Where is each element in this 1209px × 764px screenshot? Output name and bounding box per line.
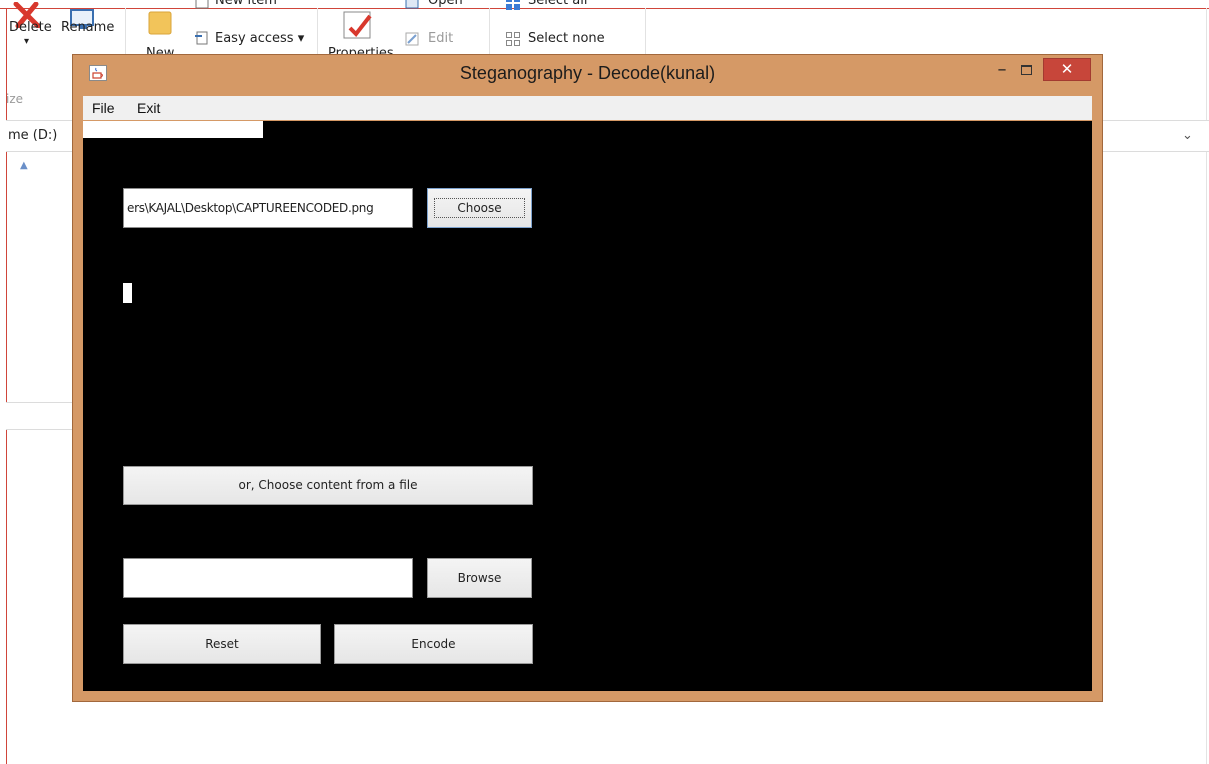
new-item-button[interactable]: New item xyxy=(215,0,277,8)
choose-content-file-button[interactable]: or, Choose content from a file xyxy=(123,466,533,505)
reset-button[interactable]: Reset xyxy=(123,624,321,664)
address-dropdown-icon[interactable]: ⌄ xyxy=(1182,128,1193,143)
easy-access-icon[interactable] xyxy=(194,30,210,46)
choose-button-label: Choose xyxy=(434,198,525,218)
menu-bar: File Exit xyxy=(83,96,1092,120)
title-bar[interactable]: Steganography - Decode(kunal) – ✕ xyxy=(73,55,1102,91)
select-none-icon[interactable] xyxy=(505,31,521,47)
steganography-window: Steganography - Decode(kunal) – ✕ File E… xyxy=(72,54,1103,702)
minimize-button[interactable]: – xyxy=(991,61,1013,81)
properties-icon[interactable] xyxy=(340,8,380,42)
pin-icon: ▲ xyxy=(20,160,28,171)
content-panel: ers\KAJAL\Desktop\CAPTUREENCODED.png Cho… xyxy=(83,121,1092,691)
image-path-field[interactable]: ers\KAJAL\Desktop\CAPTUREENCODED.png xyxy=(123,188,413,228)
select-all-icon[interactable] xyxy=(505,0,521,11)
new-folder-icon[interactable] xyxy=(145,8,175,38)
ribbon-group-label: ize xyxy=(6,92,24,106)
address-path[interactable]: me (D:) xyxy=(8,128,57,143)
browse-path-field[interactable] xyxy=(123,558,413,598)
encode-button[interactable]: Encode xyxy=(334,624,533,664)
open-icon[interactable] xyxy=(404,0,420,11)
status-strip xyxy=(83,121,263,138)
select-all-button[interactable]: Select all xyxy=(528,0,587,8)
menu-exit[interactable]: Exit xyxy=(137,100,160,116)
maximize-button[interactable] xyxy=(1015,61,1037,81)
navigation-pane-divider xyxy=(6,402,76,430)
edit-icon[interactable] xyxy=(404,31,420,47)
rename-button[interactable]: Rename xyxy=(61,20,114,35)
delete-dropdown-icon[interactable]: ▾ xyxy=(24,36,29,47)
new-item-icon[interactable] xyxy=(194,0,210,10)
choose-button[interactable]: Choose xyxy=(427,188,532,228)
easy-access-button[interactable]: Easy access ▾ xyxy=(215,31,304,46)
menu-file[interactable]: File xyxy=(92,100,115,116)
browse-button[interactable]: Browse xyxy=(427,558,532,598)
window-title: Steganography - Decode(kunal) xyxy=(459,63,716,83)
maximize-icon xyxy=(1021,65,1032,75)
close-button[interactable]: ✕ xyxy=(1043,58,1091,81)
edit-button[interactable]: Edit xyxy=(428,31,453,46)
open-button[interactable]: Open xyxy=(428,0,463,8)
text-cursor[interactable] xyxy=(123,283,132,303)
ribbon-top-edge xyxy=(0,0,1209,9)
delete-button[interactable]: Delete xyxy=(9,20,52,35)
select-none-button[interactable]: Select none xyxy=(528,31,605,46)
